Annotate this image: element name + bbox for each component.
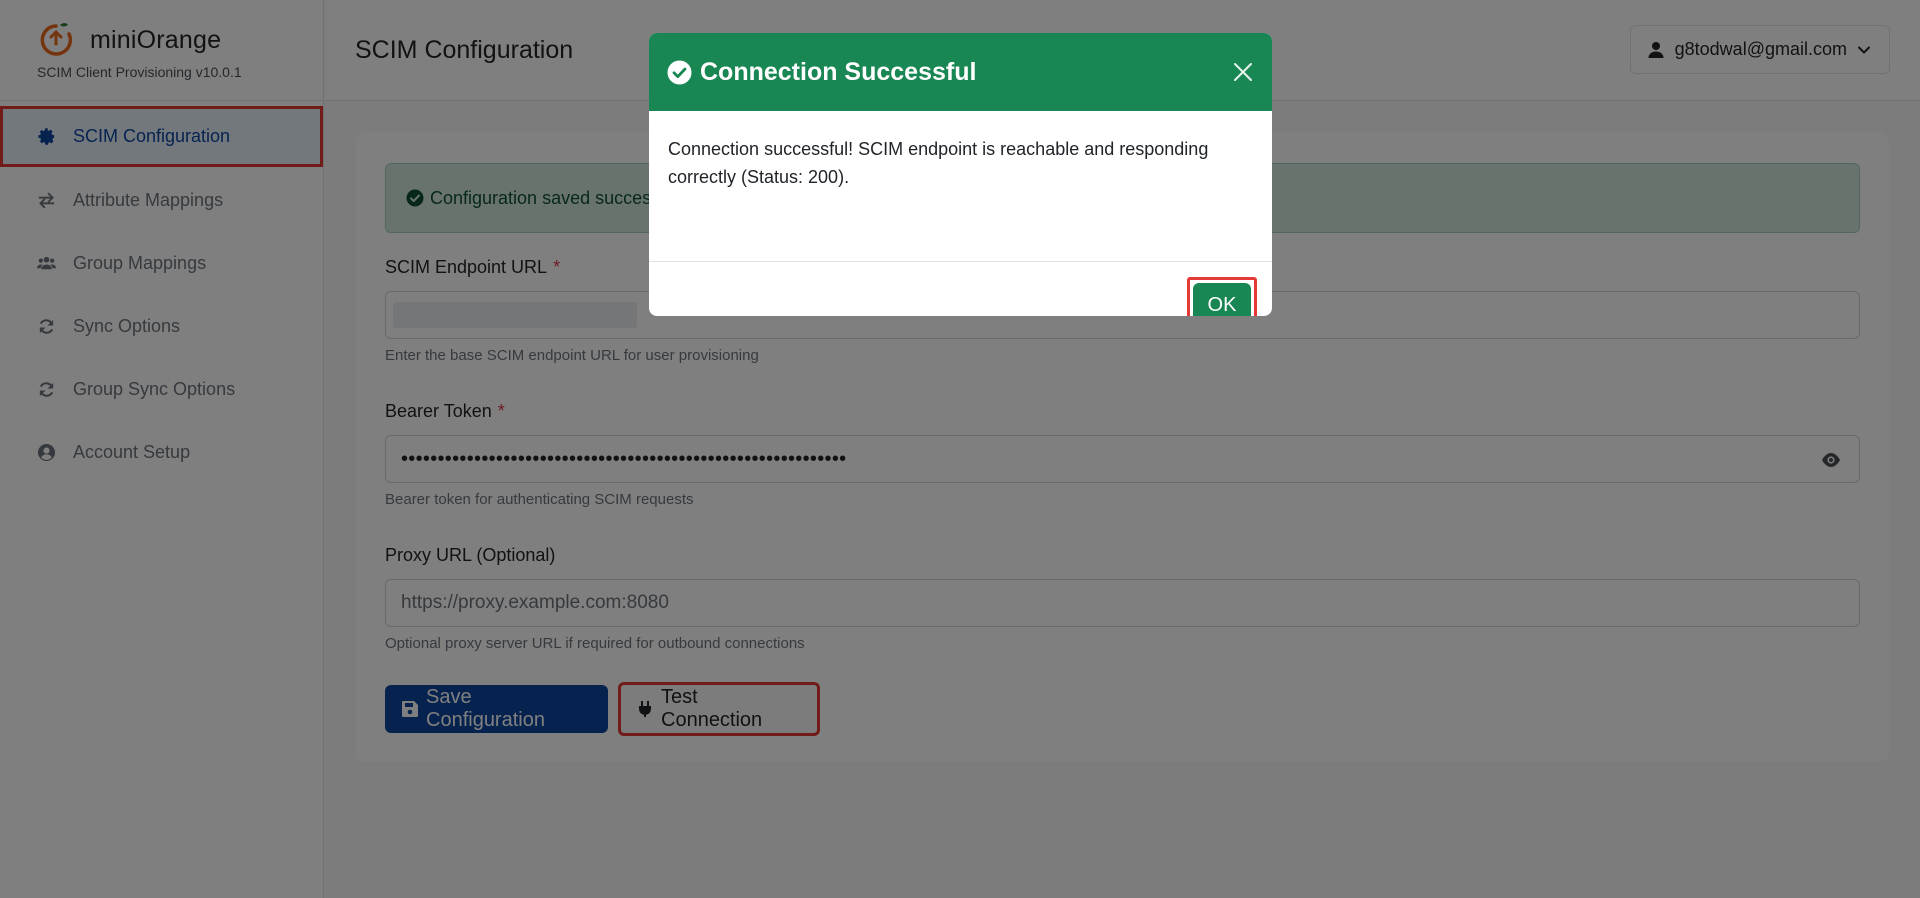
- close-icon[interactable]: [1232, 61, 1254, 83]
- modal-title: Connection Successful: [700, 57, 977, 86]
- ok-highlight: OK: [1187, 277, 1257, 316]
- check-circle-icon: [667, 60, 692, 85]
- connection-modal: Connection Successful Connection success…: [649, 33, 1272, 316]
- modal-header: Connection Successful: [649, 33, 1272, 111]
- modal-message: Connection successful! SCIM endpoint is …: [649, 111, 1272, 262]
- ok-button[interactable]: OK: [1193, 283, 1251, 316]
- modal-footer: OK: [649, 262, 1272, 316]
